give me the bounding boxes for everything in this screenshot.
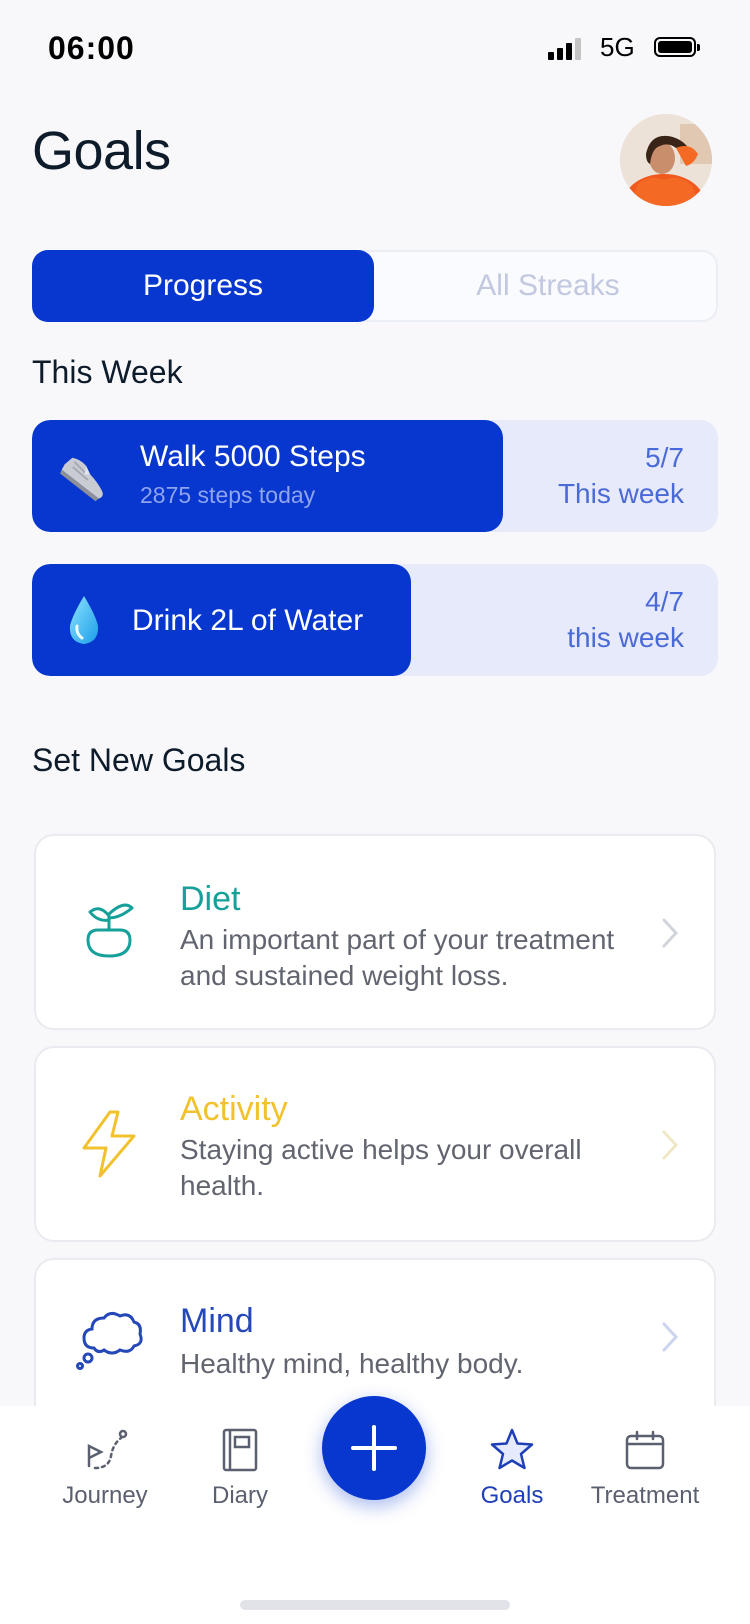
nav-treatment-label: Treatment (590, 1482, 700, 1509)
signal-icon (548, 38, 584, 60)
nav-diary[interactable]: Diary (190, 1406, 290, 1526)
sneaker-icon (60, 457, 103, 502)
home-indicator[interactable] (240, 1600, 510, 1610)
chevron-right-icon (662, 918, 679, 948)
page-title: Goals (32, 121, 171, 181)
nav-journey-label: Journey (62, 1482, 148, 1509)
goal-count: 5/7 (645, 442, 684, 473)
goal-category-title: Diet (180, 880, 241, 918)
goal-progress-card[interactable]: Drink 2L of Water 4/7 this week (32, 564, 718, 676)
goal-category-title: Activity (180, 1090, 288, 1128)
goal-category-description: An important part of your treatment and … (180, 924, 615, 991)
nav-goals-label: Goals (480, 1482, 544, 1509)
goal-count: 4/7 (645, 586, 684, 617)
plant-pot-icon (86, 903, 134, 958)
goal-category-title: Mind (180, 1302, 254, 1340)
plus-icon (351, 1425, 397, 1471)
goal-count-block: 4/7 this week (567, 584, 684, 656)
water-drop-icon (69, 596, 99, 644)
diary-book-icon (222, 1428, 258, 1472)
avatar[interactable] (620, 114, 712, 206)
goal-category-diet[interactable]: Diet An important part of your treatment… (34, 834, 716, 1030)
battery-icon (654, 37, 700, 57)
chevron-right-icon (662, 1322, 679, 1352)
status-bar: 06:00 5G (0, 0, 750, 96)
avatar-photo (620, 114, 712, 206)
network-label: 5G (600, 32, 635, 62)
thought-cloud-icon (76, 1311, 143, 1370)
goal-category-description: Staying active helps your overall health… (180, 1134, 582, 1201)
nav-diary-label: Diary (211, 1482, 268, 1509)
goal-period: this week (567, 622, 684, 653)
add-button[interactable] (322, 1396, 426, 1500)
status-time: 06:00 (48, 30, 135, 66)
calendar-icon (625, 1430, 665, 1470)
tab-all-streaks[interactable]: All Streaks (376, 250, 720, 322)
set-new-goals-heading: Set New Goals (32, 742, 246, 778)
goal-title: Drink 2L of Water (132, 604, 364, 637)
nav-goals[interactable]: Goals (462, 1406, 562, 1526)
nav-journey[interactable]: Journey (50, 1406, 160, 1526)
nav-treatment[interactable]: Treatment (580, 1406, 710, 1526)
goal-subtitle: 2875 steps today (140, 482, 316, 508)
this-week-heading: This Week (32, 354, 183, 390)
segmented-control: Progress All Streaks (32, 250, 718, 322)
star-icon (490, 1428, 534, 1470)
lightning-icon (82, 1110, 136, 1178)
goal-period: This week (557, 478, 684, 509)
chevron-right-icon (662, 1130, 679, 1160)
tab-progress[interactable]: Progress (32, 250, 374, 322)
goal-progress-card[interactable]: Walk 5000 Steps 2875 steps today 5/7 Thi… (32, 420, 718, 532)
journey-path-icon (87, 1429, 128, 1470)
goal-category-activity[interactable]: Activity Staying active helps your overa… (34, 1046, 716, 1242)
goal-count-block: 5/7 This week (558, 440, 684, 512)
goal-category-description: Healthy mind, healthy body. (180, 1348, 524, 1379)
goal-title: Walk 5000 Steps (140, 440, 366, 473)
